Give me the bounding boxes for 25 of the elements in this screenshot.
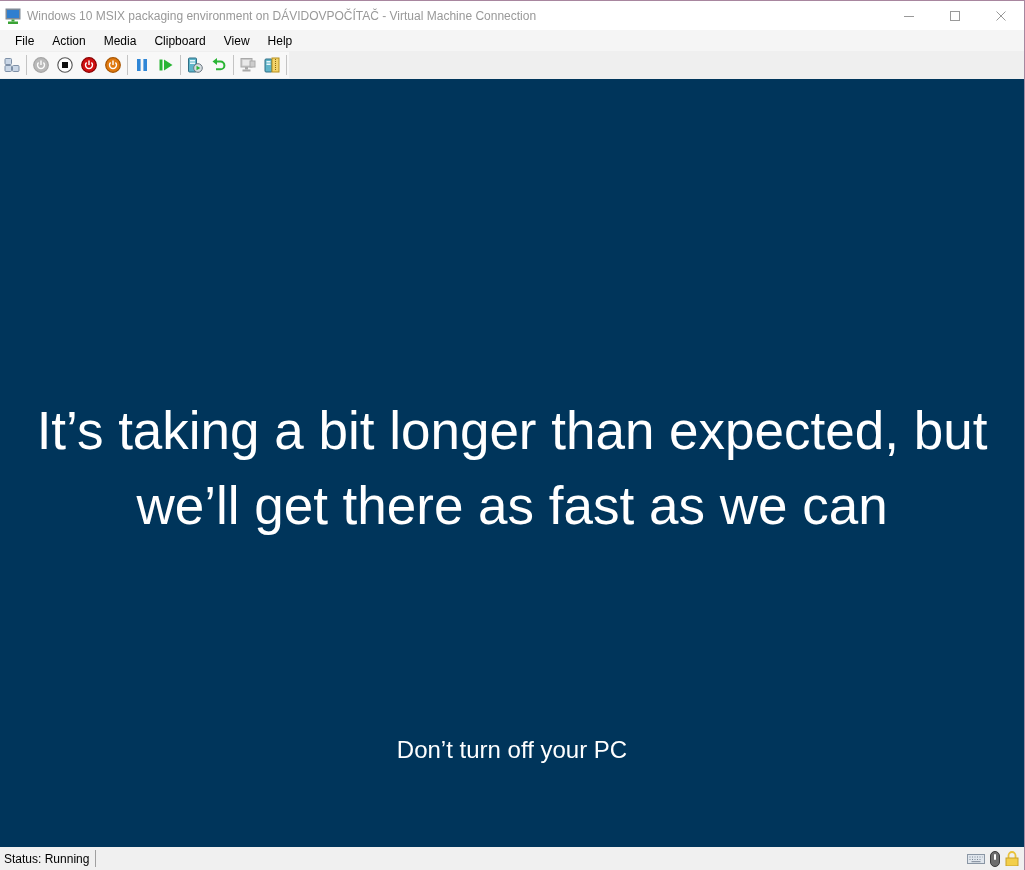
maximize-icon	[950, 10, 960, 21]
server-icon[interactable]	[187, 57, 203, 73]
menu-item[interactable]: Media	[94, 31, 146, 50]
keyboard-icon	[967, 853, 985, 864]
menu-item[interactable]: View	[214, 31, 259, 50]
update-message: It’s taking a bit longer than expected, but we’ll get there as fast as we can	[35, 400, 989, 537]
server-folder-icon[interactable]	[264, 57, 280, 73]
play-icon[interactable]	[158, 57, 174, 73]
status-text: Status: Running	[4, 851, 90, 866]
lock-icon	[1005, 851, 1019, 866]
menu-item[interactable]: Clipboard	[145, 31, 215, 50]
keys-icon[interactable]	[4, 57, 20, 73]
stop-icon[interactable]	[57, 57, 73, 73]
mouse-icon	[990, 850, 1000, 867]
close-icon	[996, 10, 1006, 21]
undo-icon[interactable]	[211, 57, 227, 73]
monitor-icon	[5, 7, 21, 24]
window-title: Windows 10 MSIX packaging environment on DÁVIDOVPOČÍTAČ - Virtual Machine Connection	[27, 8, 538, 23]
power-icon[interactable]	[105, 57, 121, 73]
menu-item[interactable]: Action	[43, 31, 95, 50]
power-icon[interactable]	[81, 57, 97, 73]
menu-item[interactable]: Help	[258, 31, 302, 50]
pause-icon[interactable]	[134, 57, 150, 73]
warning-note: Don’t turn off your PC	[396, 735, 628, 765]
menu-item[interactable]: File	[6, 31, 44, 50]
